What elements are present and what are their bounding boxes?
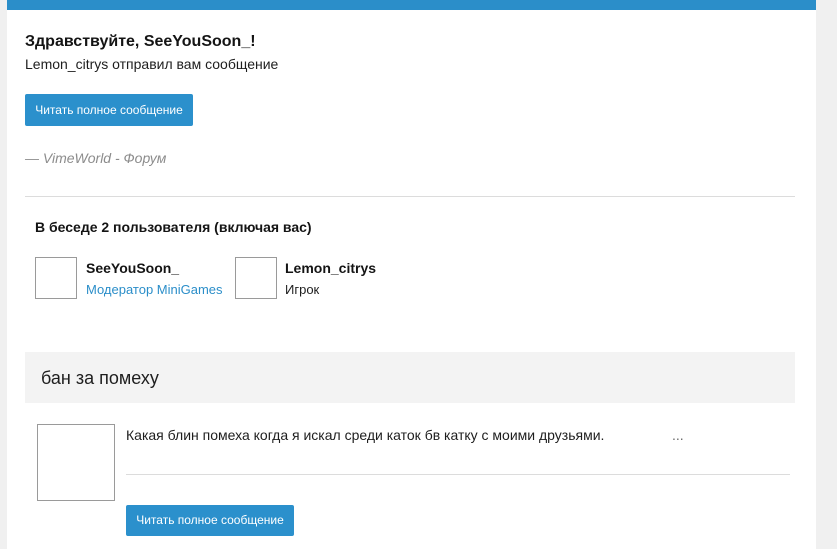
divider [126,474,790,475]
message-preview: Какая блин помеха когда я искал среди ка… [126,427,605,443]
participant-name[interactable]: SeeYouSoon_ [86,260,179,276]
forum-signature: — VimeWorld - Форум [25,150,167,166]
participant-role: Игрок [285,282,320,297]
notification-text: Lemon_citrys отправил вам сообщение [25,56,279,72]
email-card: Здравствуйте, SeeYouSoon_! Lemon_citrys … [7,0,816,549]
divider [25,196,795,197]
greeting-heading: Здравствуйте, SeeYouSoon_! [25,33,256,50]
top-accent-bar [7,0,816,10]
avatar[interactable] [35,257,77,299]
sender-avatar[interactable] [37,424,115,501]
message-subject: бан за помеху [41,368,159,388]
read-full-message-button[interactable]: Читать полное сообщение [25,94,193,126]
participant-role: Модератор MiniGames [86,282,223,297]
participant-name[interactable]: Lemon_citrys [285,260,376,276]
avatar[interactable] [235,257,277,299]
participants-title: В беседе 2 пользователя (включая вас) [35,219,312,235]
message-ellipsis: ... [672,427,684,443]
read-full-message-button-bottom[interactable]: Читать полное сообщение [126,505,294,536]
message-subject-bar: бан за помеху [25,352,795,403]
